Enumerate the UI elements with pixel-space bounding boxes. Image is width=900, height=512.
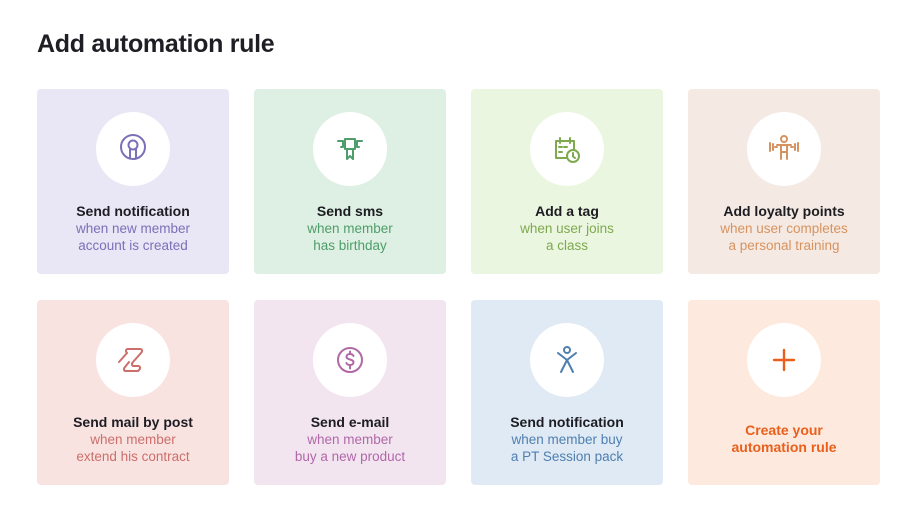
card-subtitle: when member has birthday	[307, 221, 393, 253]
card-send-notification-new-member[interactable]: Send notification when new member accoun…	[37, 89, 229, 274]
scroll-icon	[118, 348, 144, 372]
page-title: Add automation rule	[37, 30, 275, 58]
card-add-loyalty-points[interactable]: Add loyalty points when user completes a…	[688, 89, 880, 274]
card-subtitle: when member buy a new product	[294, 432, 406, 464]
card-send-email-product[interactable]: Send e-mail when member buy a new produc…	[254, 300, 446, 485]
automation-page: Add automation rule Send notification wh…	[0, 0, 900, 512]
card-icon-circle	[530, 112, 604, 186]
card-icon-circle	[313, 112, 387, 186]
card-send-sms-birthday[interactable]: Send sms when member has birthday	[254, 89, 446, 274]
card-title: Send e-mail	[310, 414, 390, 430]
plus-icon	[772, 348, 796, 372]
card-title: Send notification	[76, 203, 190, 219]
card-subtitle: when member extend his contract	[76, 432, 190, 464]
card-send-mail-by-post[interactable]: Send mail by post when member extend his…	[37, 300, 229, 485]
card-title: Send sms	[316, 203, 384, 219]
notification-icon	[120, 134, 146, 160]
cake-icon	[337, 138, 363, 160]
card-add-tag-class[interactable]: Add a tag when user joins a class	[471, 89, 663, 274]
card-subtitle: when new member account is created	[75, 221, 191, 253]
create-automation-rule-card[interactable]: Create your automation rule	[688, 300, 880, 485]
fitness-icon	[769, 135, 799, 160]
person-icon	[557, 346, 577, 373]
dollar-icon	[337, 347, 363, 373]
card-icon-circle	[530, 323, 604, 397]
card-send-notification-pt-pack[interactable]: Send notification when member buy a PT S…	[471, 300, 663, 485]
card-title: Add loyalty points	[723, 203, 845, 219]
card-icon-circle	[96, 112, 170, 186]
card-subtitle: when user joins a class	[520, 221, 614, 253]
card-subtitle: when user completes a personal training	[720, 221, 848, 253]
card-icon-circle	[96, 323, 170, 397]
card-subtitle: when member buy a PT Session pack	[510, 432, 624, 464]
calendar-clock-icon	[555, 137, 580, 163]
card-icon-circle	[747, 323, 821, 397]
card-icon-circle	[313, 323, 387, 397]
create-rule-label: Create your automation rule	[731, 422, 837, 455]
card-icon-circle	[747, 112, 821, 186]
card-title: Send notification	[510, 414, 624, 430]
card-title: Add a tag	[535, 203, 599, 219]
card-title: Send mail by post	[73, 414, 193, 430]
